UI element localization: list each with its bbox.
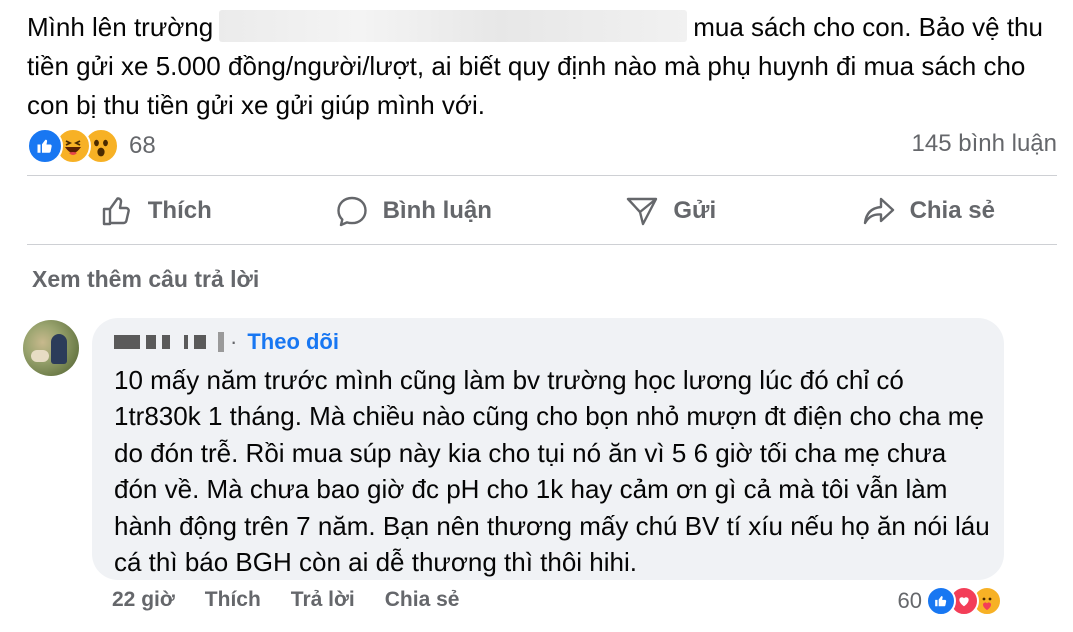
share-icon: [863, 197, 894, 225]
view-more-replies-link[interactable]: Xem thêm câu trả lời: [32, 266, 259, 293]
send-icon: [627, 197, 658, 226]
thumbs-up-icon: [102, 197, 130, 226]
comment-text: 10 mấy năm trước mình cũng làm bv trường…: [114, 365, 990, 578]
avatar-photo-detail: [51, 334, 67, 364]
comment-button[interactable]: Bình luận: [285, 182, 543, 240]
comment-label: Bình luận: [382, 197, 492, 224]
comment-share-button[interactable]: Chia sẻ: [385, 588, 460, 612]
redacted-school-name: [219, 10, 688, 42]
like-label: Thích: [147, 197, 212, 224]
post-text-start: Mình lên trường: [27, 12, 214, 42]
comment-bubble: · Theo dõi 10 mấy năm trước mình cũng là…: [92, 318, 1004, 580]
like-icon: [926, 586, 956, 616]
comment-timestamp[interactable]: 22 giờ: [112, 588, 175, 612]
reaction-summary[interactable]: 68: [27, 126, 156, 166]
like-button[interactable]: Thích: [27, 182, 285, 240]
send-button[interactable]: Gửi: [542, 182, 800, 240]
comment-header: · Theo dõi: [114, 329, 339, 355]
post-text: Mình lên trường mua sách cho con. Bảo vệ …: [27, 8, 1057, 125]
redacted-commenter-name[interactable]: [114, 332, 224, 352]
divider: [27, 244, 1057, 245]
comment-count-link[interactable]: 145 bình luận: [912, 130, 1057, 158]
send-label: Gửi: [673, 197, 717, 224]
post-stats: 68 145 bình luận: [27, 126, 1057, 166]
like-icon: [27, 128, 63, 164]
comment-like-button[interactable]: Thích: [205, 588, 261, 612]
commenter-avatar[interactable]: [23, 320, 79, 376]
follow-button[interactable]: Theo dõi: [247, 329, 339, 355]
avatar-photo-detail: [31, 350, 49, 362]
comment-reaction-count: 60: [897, 588, 922, 613]
comment-reactions[interactable]: 60: [897, 586, 1002, 616]
comment-reply-button[interactable]: Trả lời: [291, 588, 355, 612]
post-action-bar: Thích Bình luận Gửi Chia sẻ: [27, 182, 1057, 240]
comment-bubble-icon: [336, 196, 367, 227]
share-label: Chia sẻ: [909, 197, 995, 224]
divider: [27, 175, 1057, 176]
separator-dot: ·: [230, 329, 238, 354]
reaction-count: 68: [129, 132, 156, 159]
comment-meta: 22 giờ Thích Trả lời Chia sẻ: [112, 588, 459, 612]
share-button[interactable]: Chia sẻ: [800, 182, 1058, 240]
